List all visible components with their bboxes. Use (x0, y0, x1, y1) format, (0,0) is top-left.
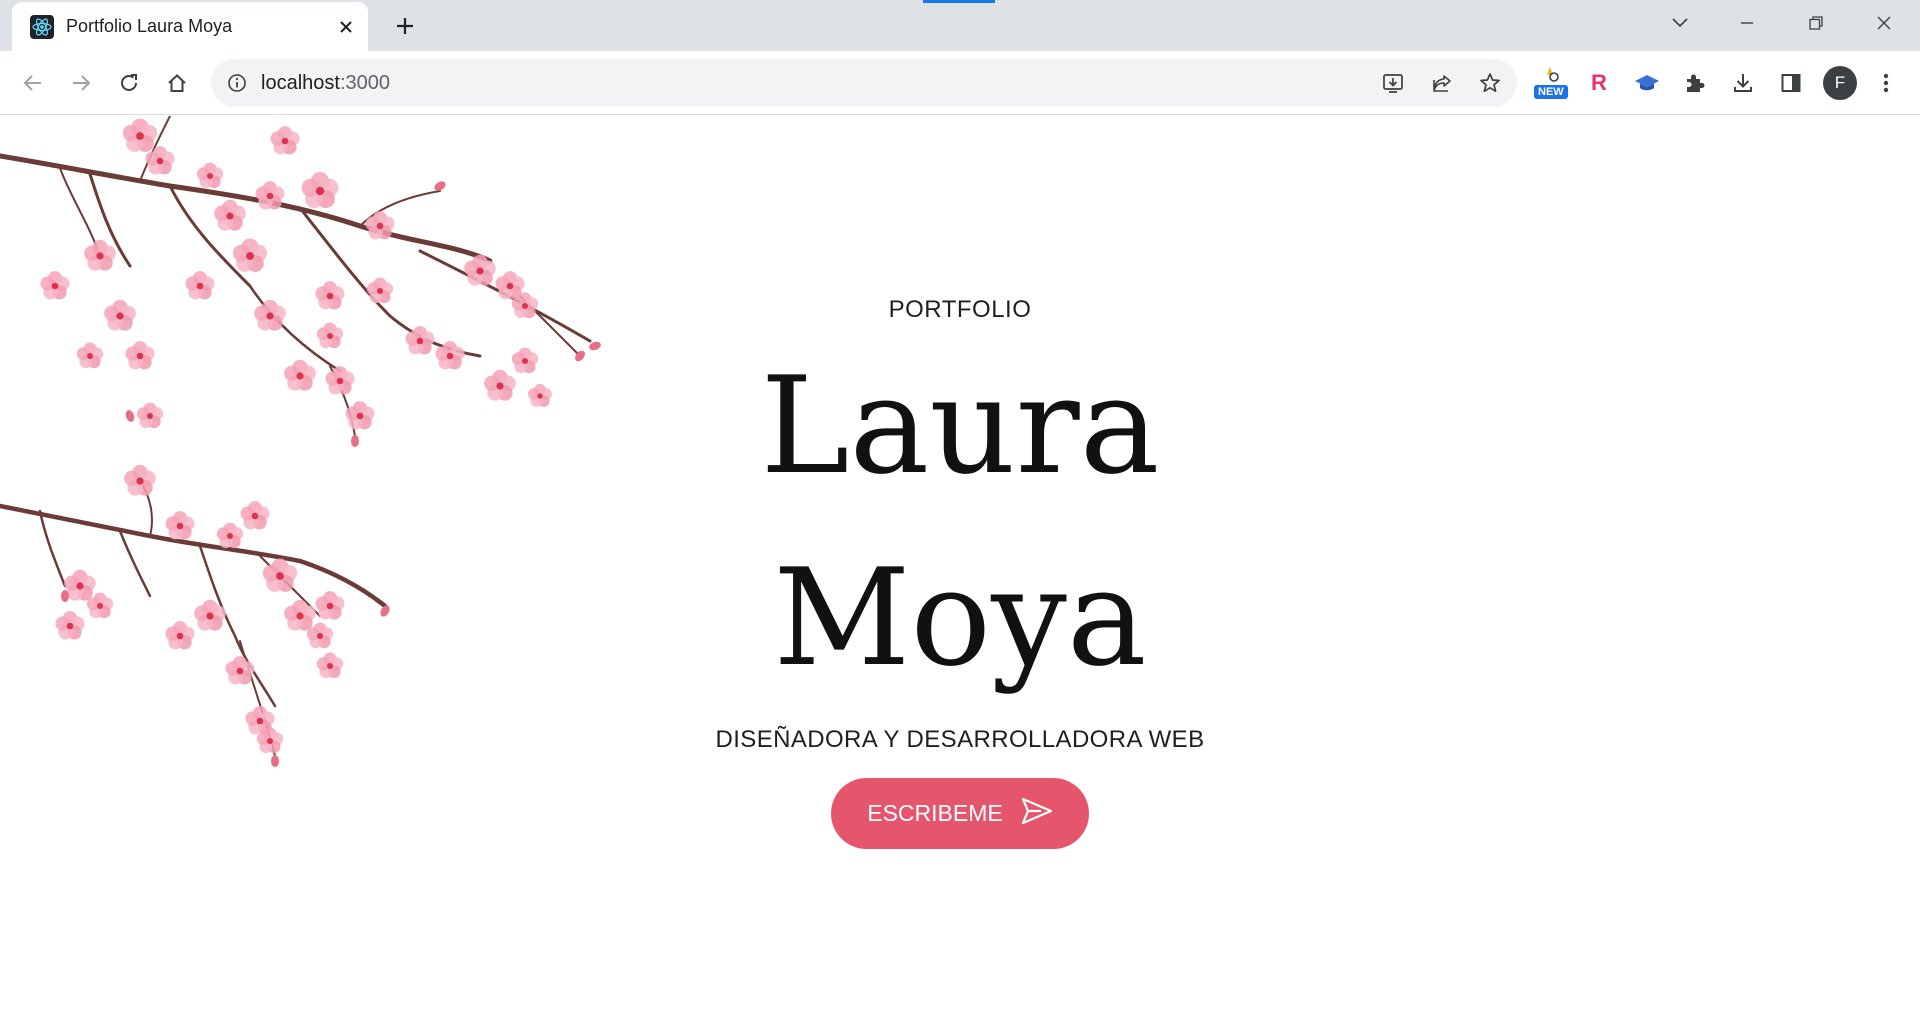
cherry-blossom-illustration (0, 116, 603, 767)
menu-kebab-icon[interactable] (1868, 65, 1904, 101)
extensions-puzzle-icon[interactable] (1677, 65, 1713, 101)
hero-last-name: Moya (773, 540, 1147, 696)
minimize-icon[interactable] (1727, 8, 1767, 38)
share-icon[interactable] (1426, 69, 1458, 97)
tab-search-chevron-icon[interactable] (1660, 8, 1700, 38)
back-arrow-icon[interactable] (15, 65, 51, 101)
extension-new-icon[interactable]: NEW (1532, 65, 1568, 101)
profile-avatar[interactable]: F (1823, 66, 1857, 100)
forward-arrow-icon[interactable] (63, 65, 99, 101)
site-info-icon[interactable] (225, 71, 249, 95)
restore-icon[interactable] (1796, 8, 1836, 38)
send-arrow-icon (1021, 797, 1053, 831)
graduation-cap-icon[interactable] (1629, 65, 1665, 101)
react-icon (30, 15, 54, 39)
hero-eyebrow: PORTFOLIO (888, 296, 1032, 323)
close-tab-icon[interactable] (334, 15, 358, 39)
reload-icon[interactable] (111, 65, 147, 101)
bookmark-star-icon[interactable] (1474, 69, 1506, 97)
hero-subtitle: DISEÑADORA Y DESARROLLADORA WEB (715, 726, 1205, 753)
hero-section: PORTFOLIO Laura Moya DISEÑADORA Y DESARR… (610, 296, 1310, 849)
extension-r-icon[interactable]: R (1581, 65, 1617, 101)
new-tab-plus-icon[interactable] (390, 11, 420, 41)
address-bar[interactable]: localhost:3000 (211, 59, 1517, 107)
hero-first-name: Laura (760, 348, 1160, 504)
extension-r-label: R (1591, 70, 1607, 95)
tab-loading-indicator (923, 0, 995, 3)
tab-bar: Portfolio Laura Moya (0, 0, 1920, 51)
install-app-icon[interactable] (1377, 69, 1409, 97)
contact-button-label: ESCRIBEME (867, 800, 1003, 826)
page-content: PORTFOLIO Laura Moya DISEÑADORA Y DESARR… (0, 116, 1920, 1020)
url-text: localhost:3000 (261, 72, 390, 94)
side-panel-icon[interactable] (1773, 65, 1809, 101)
home-icon[interactable] (159, 65, 195, 101)
downloads-icon[interactable] (1725, 65, 1761, 101)
tab-title: Portfolio Laura Moya (66, 16, 233, 36)
tab-portfolio[interactable]: Portfolio Laura Moya (12, 2, 368, 51)
browser-toolbar: localhost:3000 NEW R F (0, 51, 1920, 115)
close-window-icon[interactable] (1864, 8, 1904, 38)
new-badge: NEW (1534, 85, 1568, 99)
contact-button[interactable]: ESCRIBEME (831, 778, 1089, 849)
profile-initial: F (1834, 73, 1846, 92)
